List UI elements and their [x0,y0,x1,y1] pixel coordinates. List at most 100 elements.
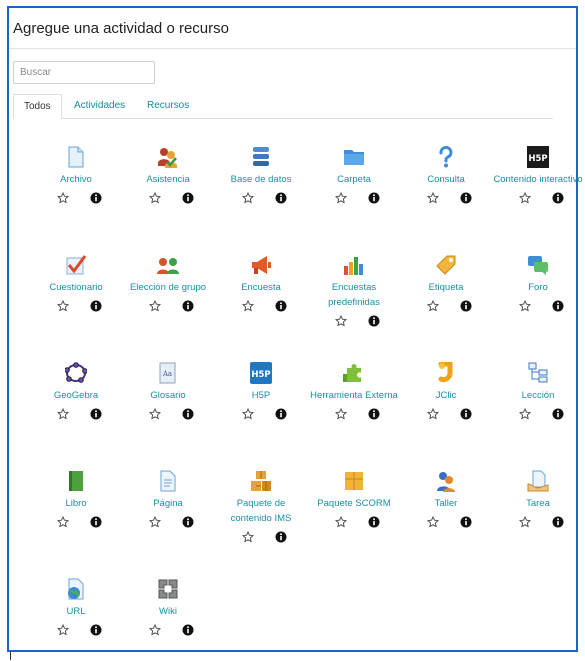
star-icon[interactable] [241,407,255,420]
star-icon[interactable] [148,191,162,204]
info-icon[interactable] [182,515,194,528]
activity-item-libro[interactable]: Libro [30,470,122,529]
star-icon[interactable] [148,515,162,528]
activity-label[interactable]: Base de datos [215,172,307,187]
info-icon[interactable] [90,623,102,636]
activity-label[interactable]: Encuestas predefinidas [308,280,400,310]
search-input[interactable] [13,61,155,84]
activity-item-pagina[interactable]: Página [122,470,214,529]
info-icon[interactable] [275,299,287,312]
activity-item-glosario[interactable]: Aa Glosario [122,362,214,421]
star-icon[interactable] [334,314,348,327]
info-icon[interactable] [90,299,102,312]
star-icon[interactable] [56,623,70,636]
info-icon[interactable] [368,515,380,528]
activity-item-paquete-scorm[interactable]: Paquete SCORM [308,470,400,529]
star-icon[interactable] [334,515,348,528]
star-icon[interactable] [518,515,532,528]
star-icon[interactable] [56,515,70,528]
info-icon[interactable] [90,191,102,204]
activity-item-wiki[interactable]: Wiki [122,578,214,637]
activity-label[interactable]: Archivo [30,172,122,187]
info-icon[interactable] [90,515,102,528]
star-icon[interactable] [426,515,440,528]
star-icon[interactable] [56,299,70,312]
activity-item-asistencia[interactable]: Asistencia [122,146,214,205]
activity-item-foro[interactable]: Foro [492,254,584,313]
activity-label[interactable]: Encuesta [215,280,307,295]
info-icon[interactable] [460,407,472,420]
star-icon[interactable] [56,407,70,420]
info-icon[interactable] [460,191,472,204]
activity-item-jclic[interactable]: JClic [400,361,492,421]
activity-label[interactable]: Glosario [122,388,214,403]
activity-item-geogebra[interactable]: GeoGebra [30,362,122,421]
activity-label[interactable]: Libro [30,496,122,511]
star-icon[interactable] [334,191,348,204]
activity-item-cuestionario[interactable]: Cuestionario [30,254,122,313]
activity-label[interactable]: Paquete de contenido IMS [215,496,307,526]
info-icon[interactable] [460,299,472,312]
activity-label[interactable]: Wiki [122,604,214,619]
activity-item-tarea[interactable]: Tarea [492,470,584,529]
info-icon[interactable] [368,191,380,204]
star-icon[interactable] [148,299,162,312]
tab-activities[interactable]: Actividades [64,94,135,118]
activity-item-etiqueta[interactable]: Etiqueta [400,254,492,313]
tab-resources[interactable]: Recursos [137,94,199,118]
star-icon[interactable] [56,191,70,204]
info-icon[interactable] [460,515,472,528]
star-icon[interactable] [426,407,440,420]
activity-item-base-de-datos[interactable]: Base de datos [215,146,307,205]
activity-label[interactable]: URL [30,604,122,619]
activity-label[interactable]: H5P [215,388,307,403]
activity-item-consulta[interactable]: Consulta [400,145,492,205]
info-icon[interactable] [275,191,287,204]
activity-item-carpeta[interactable]: Carpeta [308,146,400,205]
info-icon[interactable] [552,191,564,204]
activity-item-encuestas-predefinidas[interactable]: Encuestas predefinidas [308,254,400,328]
activity-label[interactable]: Carpeta [308,172,400,187]
tab-all[interactable]: Todos [13,94,62,119]
activity-item-eleccion-de-grupo[interactable]: Elección de grupo [122,254,214,313]
info-icon[interactable] [275,407,287,420]
info-icon[interactable] [275,530,287,543]
star-icon[interactable] [241,530,255,543]
info-icon[interactable] [182,191,194,204]
activity-label[interactable]: Taller [400,496,492,511]
star-icon[interactable] [148,623,162,636]
info-icon[interactable] [90,407,102,420]
star-icon[interactable] [241,299,255,312]
activity-item-url[interactable]: URL [30,578,122,637]
activity-item-contenido-interactivo[interactable]: H5P Contenido interactivo [492,146,584,205]
activity-label[interactable]: Paquete SCORM [308,496,400,511]
activity-item-archivo[interactable]: Archivo [30,146,122,205]
star-icon[interactable] [426,191,440,204]
activity-item-leccion[interactable]: Lección [492,362,584,421]
info-icon[interactable] [552,407,564,420]
info-icon[interactable] [182,407,194,420]
activity-label[interactable]: Asistencia [122,172,214,187]
activity-label[interactable]: Lección [492,388,584,403]
activity-item-h5p[interactable]: H5P H5P [215,362,307,421]
activity-label[interactable]: Herramienta Externa [308,388,400,403]
star-icon[interactable] [334,407,348,420]
activity-item-taller[interactable]: Taller [400,470,492,529]
activity-label[interactable]: Consulta [400,172,492,187]
star-icon[interactable] [518,299,532,312]
activity-label[interactable]: Contenido interactivo [492,172,584,187]
activity-item-herramienta-externa[interactable]: Herramienta Externa [308,362,400,421]
activity-label[interactable]: Página [122,496,214,511]
star-icon[interactable] [426,299,440,312]
activity-label[interactable]: GeoGebra [30,388,122,403]
star-icon[interactable] [241,191,255,204]
info-icon[interactable] [182,299,194,312]
info-icon[interactable] [552,299,564,312]
activity-label[interactable]: JClic [400,388,492,403]
info-icon[interactable] [368,407,380,420]
info-icon[interactable] [182,623,194,636]
info-icon[interactable] [368,314,380,327]
activity-label[interactable]: Etiqueta [400,280,492,295]
activity-label[interactable]: Elección de grupo [122,280,214,295]
activity-item-paquete-de-contenido-ims[interactable]: Paquete de contenido IMS [215,470,307,544]
